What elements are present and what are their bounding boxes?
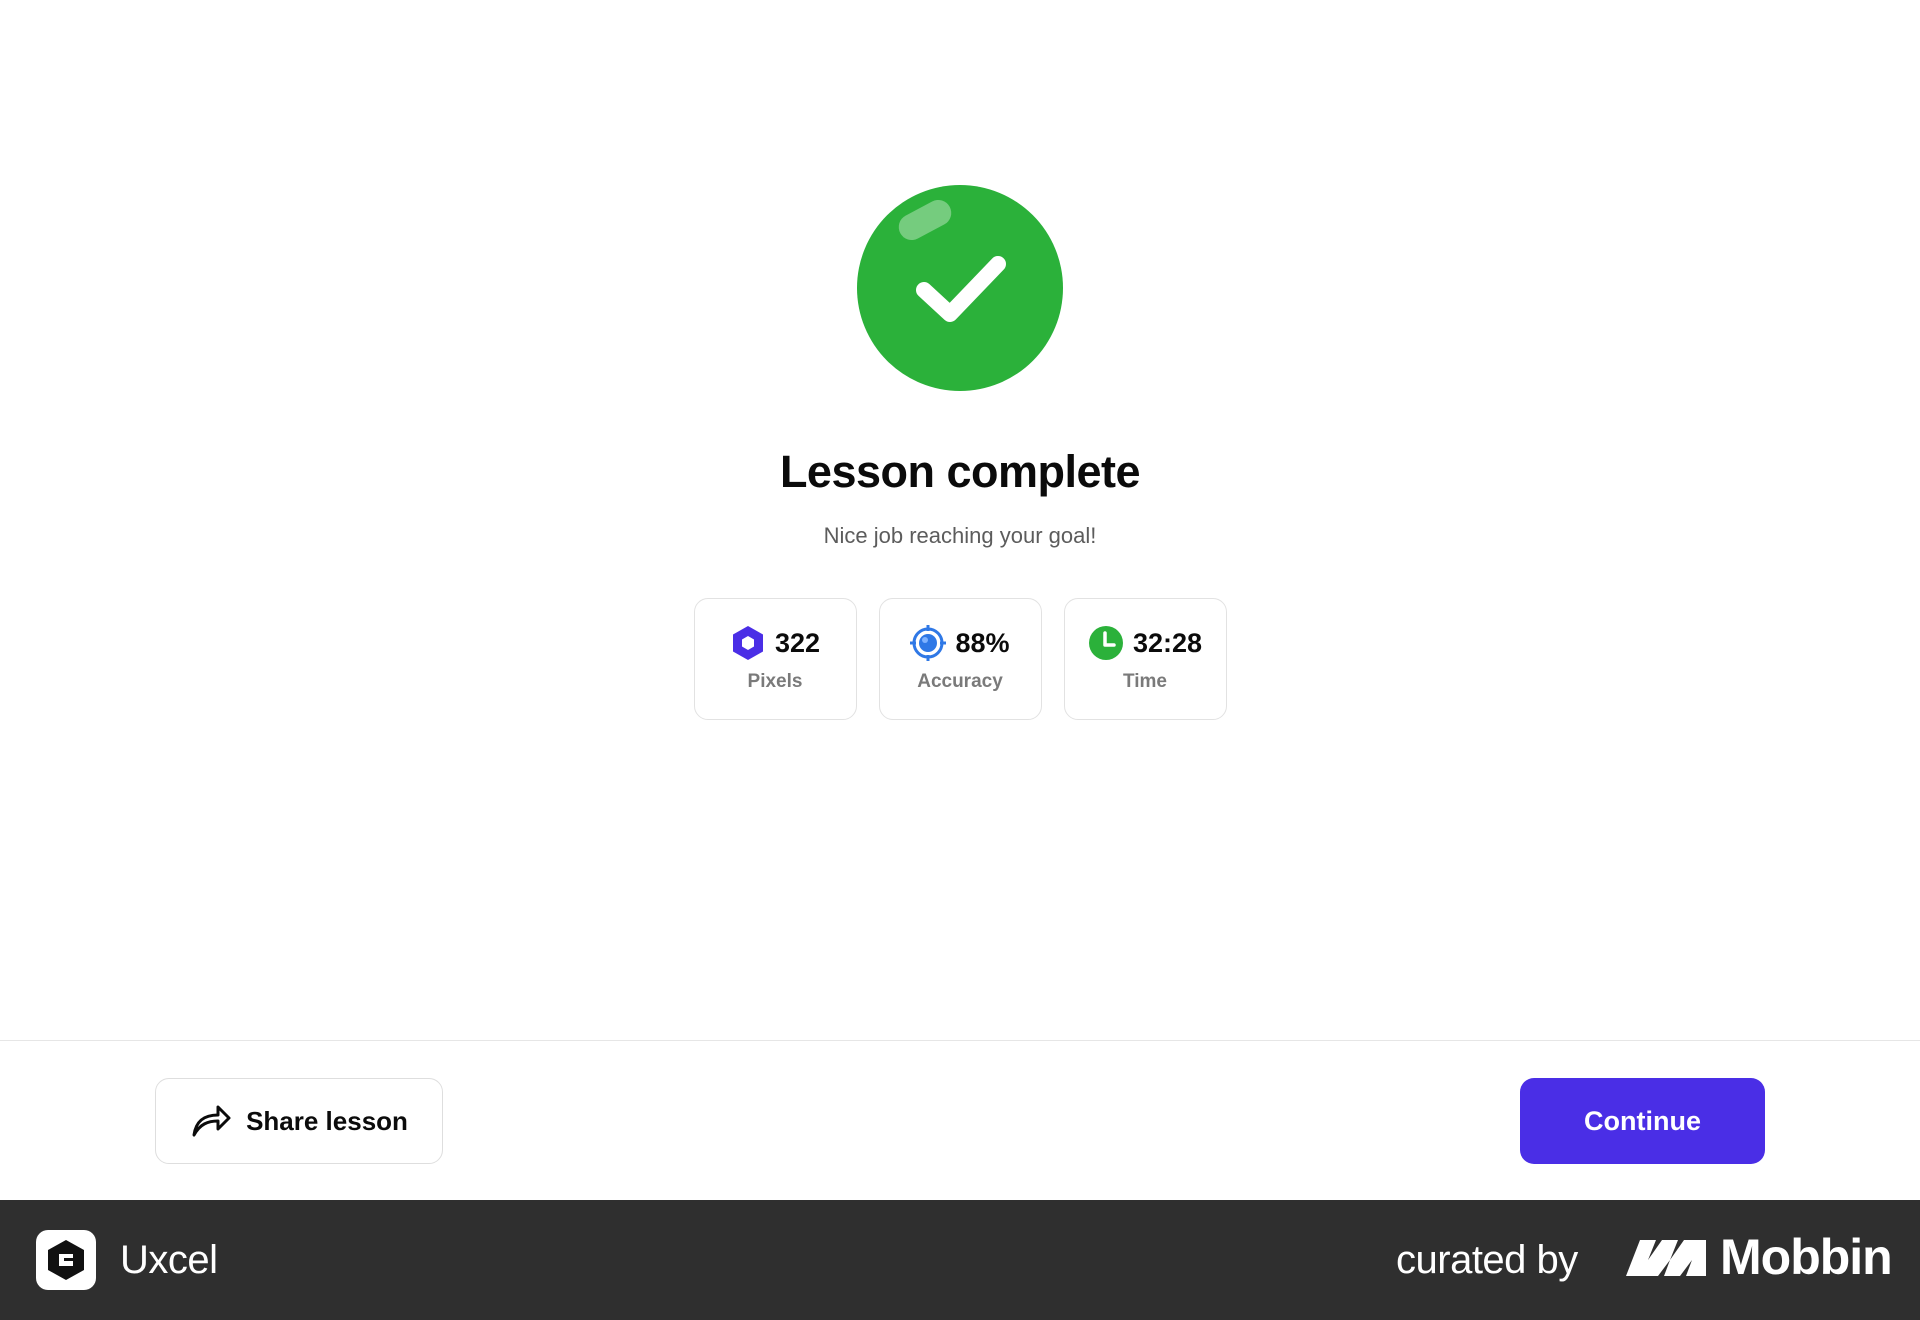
continue-button[interactable]: Continue: [1520, 1078, 1765, 1164]
success-check-icon: [857, 185, 1063, 391]
uxcel-hexagon-icon: [48, 1240, 84, 1280]
stat-value: 322: [774, 627, 821, 658]
stat-label: Accuracy: [917, 671, 1003, 692]
mobbin-brand-name: Mobbin: [1720, 1229, 1893, 1285]
stat-top: 88%: [910, 625, 1010, 661]
stat-top: 32:28: [1088, 625, 1202, 661]
page-subtitle: Nice job reaching your goal!: [823, 523, 1097, 548]
stat-value: 32:28: [1132, 627, 1203, 658]
stat-label: Pixels: [747, 671, 803, 692]
lesson-complete-content: Lesson complete Nice job reaching your g…: [0, 0, 1920, 1040]
stat-value: 88%: [955, 627, 1010, 658]
stat-card-time: 32:28 Time: [1063, 598, 1227, 720]
mobbin-logo-icon: [1626, 1240, 1706, 1276]
stat-label: Time: [1122, 671, 1167, 692]
clock-icon: [1088, 626, 1123, 660]
lesson-action-bar: Share lesson Continue: [0, 1040, 1920, 1200]
app-name: Uxcel: [120, 1238, 218, 1282]
page-title: Lesson complete: [779, 446, 1141, 497]
badge-shine: [894, 195, 956, 245]
continue-label: Continue: [1584, 1105, 1701, 1136]
stat-top: 322: [730, 625, 820, 661]
footer: Uxcel curated by Mobbin: [0, 1200, 1920, 1320]
pixel-hexagon-icon: [732, 626, 763, 660]
stat-card-pixels: 322 Pixels: [693, 598, 857, 720]
share-lesson-label: Share lesson: [246, 1105, 408, 1136]
uxcel-logo-icon: [36, 1230, 96, 1290]
curated-by-label: curated by: [1396, 1238, 1578, 1282]
share-arrow-icon: [192, 1105, 231, 1137]
stats-row: 322 Pixels 88% Accuracy 32:28 Time: [0, 598, 1920, 720]
share-lesson-button[interactable]: Share lesson: [155, 1078, 443, 1164]
target-icon: [910, 625, 947, 661]
lesson-complete-page: Lesson complete Nice job reaching your g…: [0, 0, 1920, 1320]
stat-card-accuracy: 88% Accuracy: [878, 598, 1042, 720]
checkmark-icon: [916, 256, 1006, 322]
